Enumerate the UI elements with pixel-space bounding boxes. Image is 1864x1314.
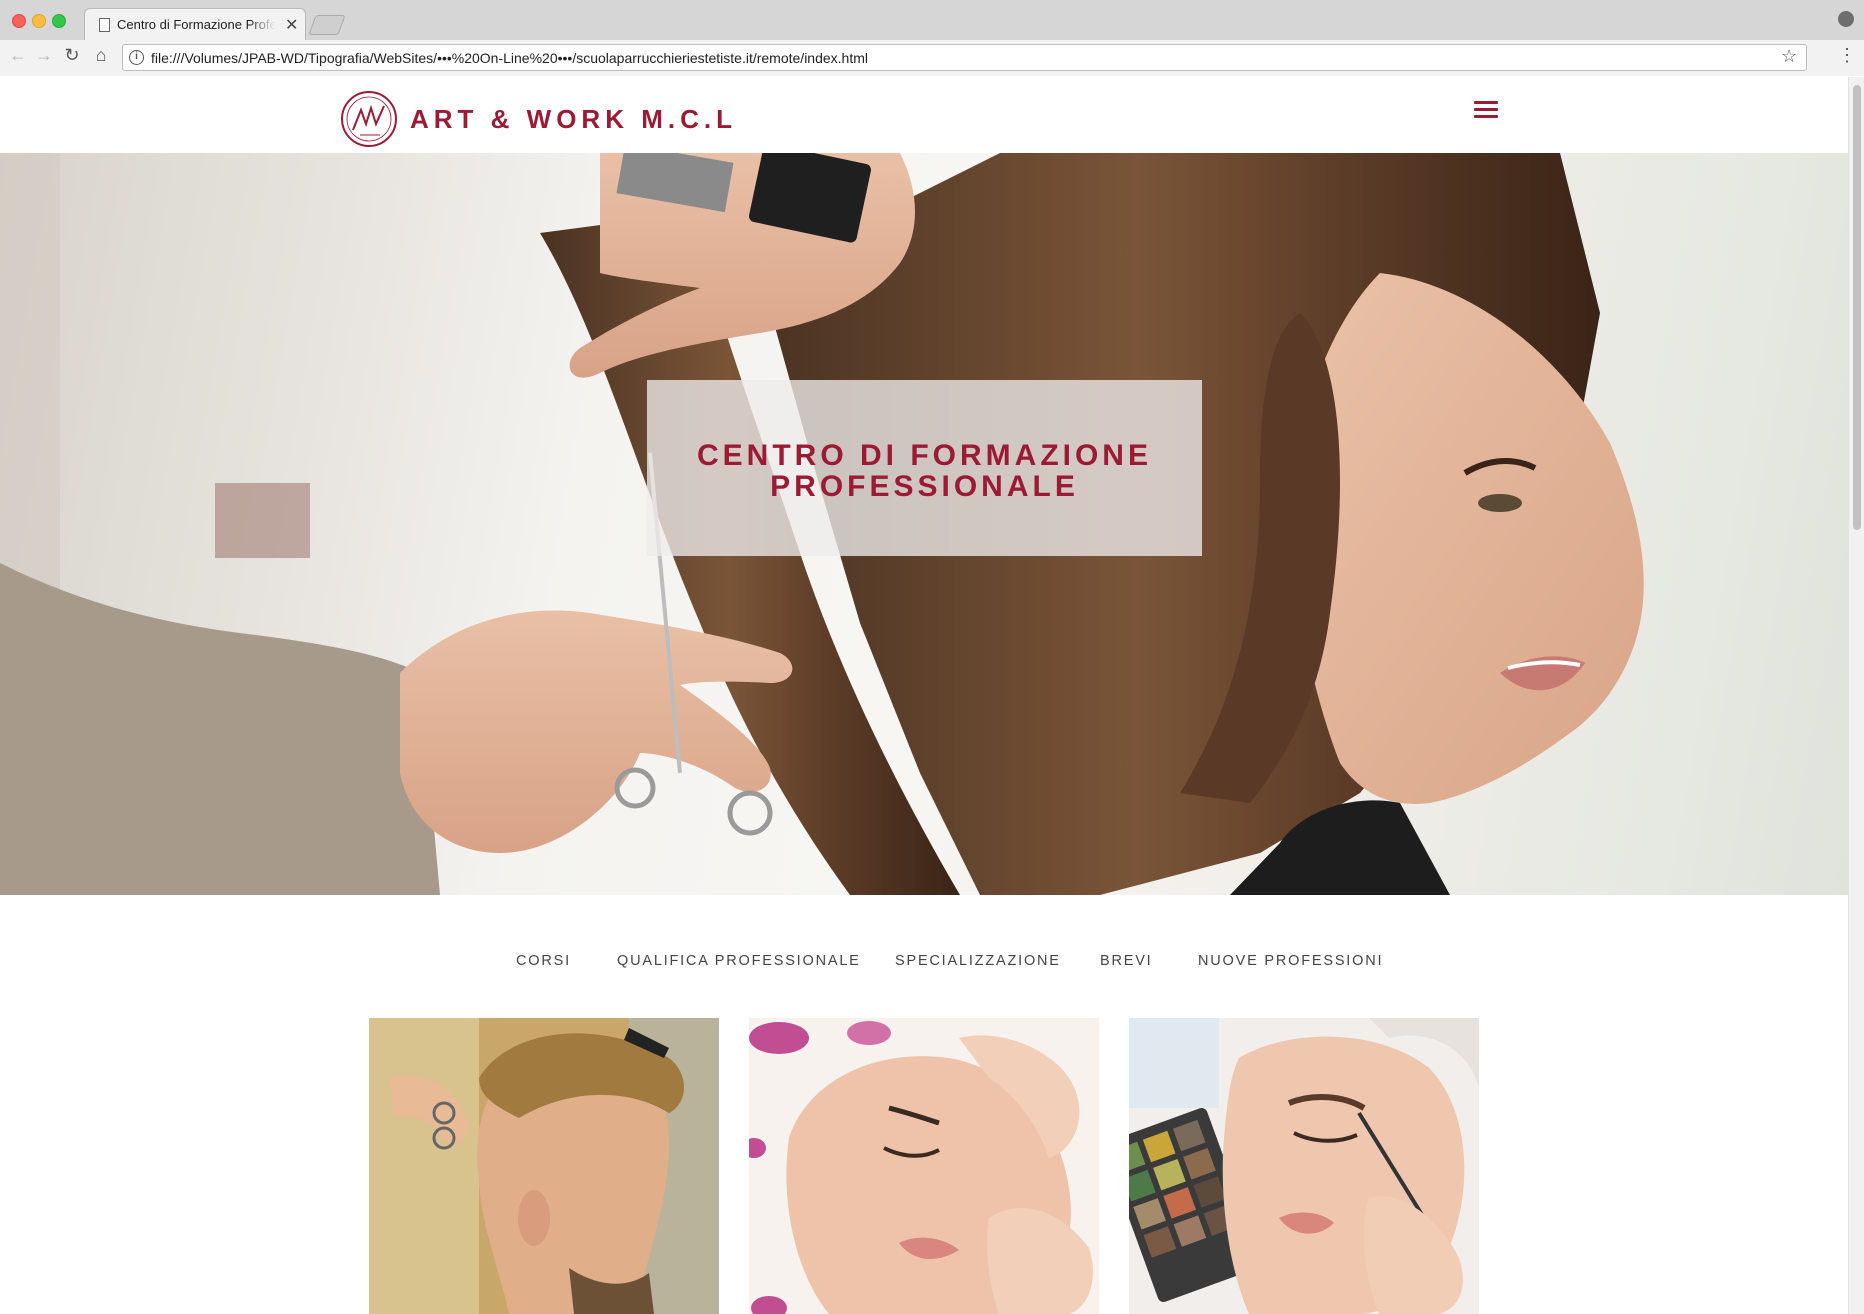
nav-item-specializzazione[interactable]: SPECIALIZZAZIONE <box>895 953 1061 969</box>
info-icon[interactable]: i <box>129 50 144 65</box>
nav-item-corsi[interactable]: CORSI <box>516 953 571 969</box>
document-icon <box>99 18 110 32</box>
art-and-work-logo-icon[interactable] <box>340 90 398 148</box>
hero-banner: CENTRO DI FORMAZIONE PROFESSIONALE <box>0 153 1848 895</box>
tab-close-icon[interactable]: ✕ <box>285 15 298 35</box>
reload-icon[interactable]: ↻ <box>61 45 83 66</box>
bookmark-star-icon[interactable]: ☆ <box>1781 46 1797 67</box>
hero-title-line-1: CENTRO DI FORMAZIONE <box>697 439 1152 472</box>
course-card-facial[interactable] <box>749 1018 1099 1314</box>
nav-item-qualifica-professionale[interactable]: QUALIFICA PROFESSIONALE <box>617 953 861 969</box>
window-close-button[interactable] <box>12 14 26 28</box>
new-tab-button[interactable] <box>308 15 346 35</box>
site-header: ART & WORK M.C.L <box>0 77 1848 153</box>
browser-chrome: Centro di Formazione Professionale ✕ ← →… <box>0 0 1864 76</box>
facial-massage-photo <box>749 1018 1099 1314</box>
forward-arrow-icon[interactable]: → <box>33 45 55 66</box>
profile-icon[interactable] <box>1838 11 1854 27</box>
course-card-barber[interactable] <box>369 1018 719 1314</box>
window-maximize-button[interactable] <box>52 14 66 28</box>
tab-strip: Centro di Formazione Professionale ✕ <box>0 0 1864 41</box>
url-text[interactable]: file:///Volumes/JPAB-WD/Tipografia/WebSi… <box>151 50 868 66</box>
hamburger-menu-icon[interactable] <box>1474 101 1498 119</box>
barber-cutting-man-hair-photo <box>369 1018 719 1314</box>
hero-title-line-2: PROFESSIONALE <box>770 470 1079 503</box>
course-navigation: CORSI QUALIFICA PROFESSIONALE SPECIALIZZ… <box>0 953 1848 977</box>
page-scrollbar[interactable] <box>1848 77 1864 1314</box>
address-bar[interactable]: i file:///Volumes/JPAB-WD/Tipografia/Web… <box>122 44 1807 71</box>
browser-toolbar: ← → ↻ ⌂ i file:///Volumes/JPAB-WD/Tipogr… <box>0 40 1864 76</box>
hero-title-box: CENTRO DI FORMAZIONE PROFESSIONALE <box>647 380 1202 556</box>
hero-title: CENTRO DI FORMAZIONE PROFESSIONALE <box>647 440 1202 502</box>
back-arrow-icon[interactable]: ← <box>7 45 29 66</box>
course-card-makeup[interactable] <box>1129 1018 1479 1314</box>
tab-title: Centro di Formazione Professionale <box>117 17 275 32</box>
window-minimize-button[interactable] <box>32 14 46 28</box>
site-name[interactable]: ART & WORK M.C.L <box>410 104 737 135</box>
page-viewport: ART & WORK M.C.L CENTRO DI FORMAZIONE PR… <box>0 77 1864 1314</box>
browser-menu-icon[interactable]: ⋮ <box>1838 45 1856 66</box>
scrollbar-thumb[interactable] <box>1853 85 1861 530</box>
browser-tab[interactable]: Centro di Formazione Professionale ✕ <box>84 8 306 41</box>
eyebrow-makeup-photo <box>1129 1018 1479 1314</box>
home-icon[interactable]: ⌂ <box>90 45 112 66</box>
nav-item-nuove-professioni[interactable]: NUOVE PROFESSIONI <box>1198 953 1383 969</box>
nav-item-brevi[interactable]: BREVI <box>1100 953 1153 969</box>
